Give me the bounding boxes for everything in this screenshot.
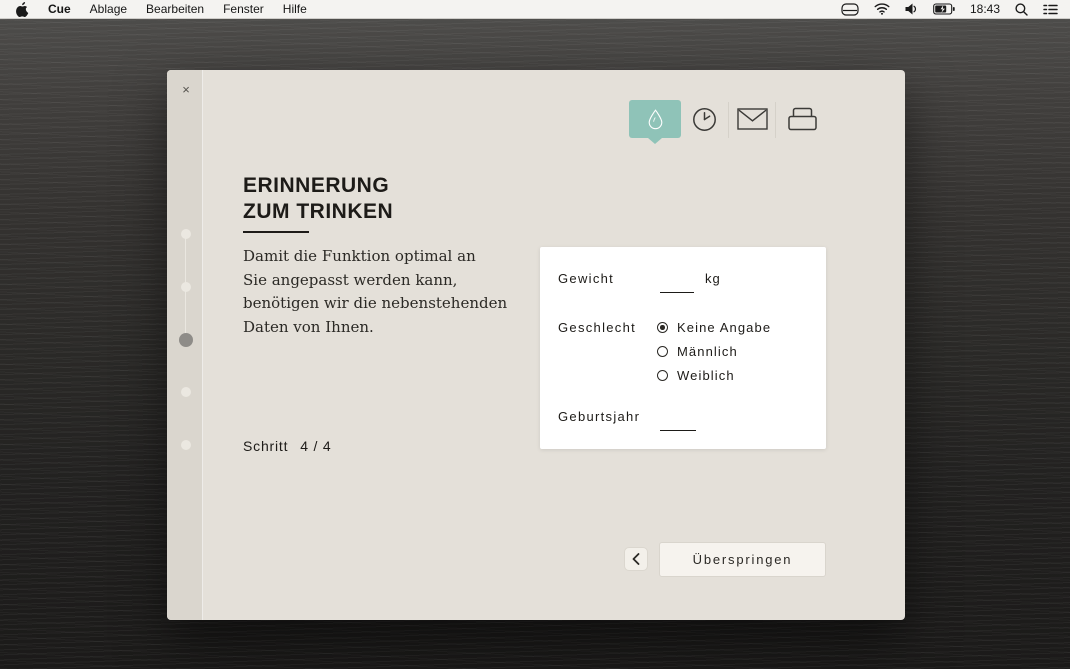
step-count: 4 / 4 bbox=[300, 438, 331, 454]
radio-label: Weiblich bbox=[677, 368, 735, 383]
weight-input[interactable] bbox=[660, 273, 694, 293]
menu-item-bearbeiten[interactable]: Bearbeiten bbox=[146, 2, 204, 16]
birthyear-input[interactable] bbox=[660, 411, 696, 431]
step-dot-2 bbox=[181, 282, 191, 292]
menu-item-ablage[interactable]: Ablage bbox=[90, 2, 127, 16]
step-indicator: Schritt 4 / 4 bbox=[243, 438, 332, 454]
weight-label: Gewicht bbox=[558, 271, 614, 286]
skip-button[interactable]: Überspringen bbox=[659, 542, 826, 577]
menu-item-app[interactable]: Cue bbox=[48, 2, 71, 16]
radio-selected-icon bbox=[657, 322, 668, 333]
step-dot-3-active bbox=[179, 333, 193, 347]
menu-item-fenster[interactable]: Fenster bbox=[223, 2, 264, 16]
birthyear-label: Geburtsjahr bbox=[558, 409, 640, 424]
back-button[interactable] bbox=[624, 547, 648, 571]
radio-unselected-icon bbox=[657, 346, 668, 357]
gender-label: Geschlecht bbox=[558, 320, 636, 335]
description-line-4: Daten von Ihnen. bbox=[243, 316, 507, 340]
tab-separator-1 bbox=[728, 102, 729, 138]
description-line-1: Damit die Funktion optimal an bbox=[243, 245, 507, 269]
form-card: Gewicht kg Geschlecht Keine Angabe Männl… bbox=[540, 247, 826, 449]
radio-label: Männlich bbox=[677, 344, 738, 359]
tab-tray[interactable] bbox=[782, 100, 822, 138]
radio-unselected-icon bbox=[657, 370, 668, 381]
spotlight-icon[interactable] bbox=[1015, 3, 1028, 16]
description-line-3: benötigen wir die nebenstehenden bbox=[243, 292, 507, 316]
step-word: Schritt bbox=[243, 438, 288, 454]
radio-option-keine-angabe[interactable]: Keine Angabe bbox=[657, 320, 771, 335]
battery-charging-icon[interactable] bbox=[933, 3, 955, 15]
clock-icon bbox=[692, 107, 717, 132]
radio-label: Keine Angabe bbox=[677, 320, 771, 335]
notification-list-icon[interactable] bbox=[1043, 4, 1058, 15]
description-text: Damit die Funktion optimal an Sie angepa… bbox=[243, 245, 507, 339]
chevron-left-icon bbox=[632, 553, 640, 565]
radio-option-maennlich[interactable]: Männlich bbox=[657, 344, 738, 359]
description-line-2: Sie angepasst werden kann, bbox=[243, 269, 507, 293]
apple-menu-icon[interactable] bbox=[16, 2, 29, 17]
page-title-line1: ERINNERUNG bbox=[243, 173, 393, 199]
tab-mail[interactable] bbox=[732, 100, 772, 138]
tab-water-reminder[interactable] bbox=[629, 100, 681, 138]
drawer-icon[interactable] bbox=[841, 3, 859, 16]
page-title: ERINNERUNG ZUM TRINKEN bbox=[243, 173, 393, 225]
tray-icon bbox=[787, 107, 818, 131]
tab-clock[interactable] bbox=[684, 100, 724, 138]
radio-option-weiblich[interactable]: Weiblich bbox=[657, 368, 735, 383]
water-drop-icon bbox=[647, 109, 664, 130]
close-icon[interactable]: × bbox=[178, 82, 194, 98]
menu-item-hilfe[interactable]: Hilfe bbox=[283, 2, 307, 16]
volume-icon[interactable] bbox=[905, 3, 918, 15]
sidebar: × bbox=[167, 70, 203, 620]
app-window: × bbox=[167, 70, 905, 620]
wifi-icon[interactable] bbox=[874, 3, 890, 15]
clock-time[interactable]: 18:43 bbox=[970, 2, 1000, 16]
weight-unit: kg bbox=[705, 271, 721, 286]
desktop: Cue Ablage Bearbeiten Fenster Hilfe bbox=[0, 0, 1070, 669]
step-dot-5 bbox=[181, 440, 191, 450]
title-underline bbox=[243, 231, 309, 233]
menu-bar: Cue Ablage Bearbeiten Fenster Hilfe bbox=[0, 0, 1070, 19]
step-dot-1 bbox=[181, 229, 191, 239]
mail-icon bbox=[737, 108, 768, 130]
page-title-line2: ZUM TRINKEN bbox=[243, 199, 393, 225]
step-dot-4 bbox=[181, 387, 191, 397]
tab-separator-2 bbox=[775, 102, 776, 138]
